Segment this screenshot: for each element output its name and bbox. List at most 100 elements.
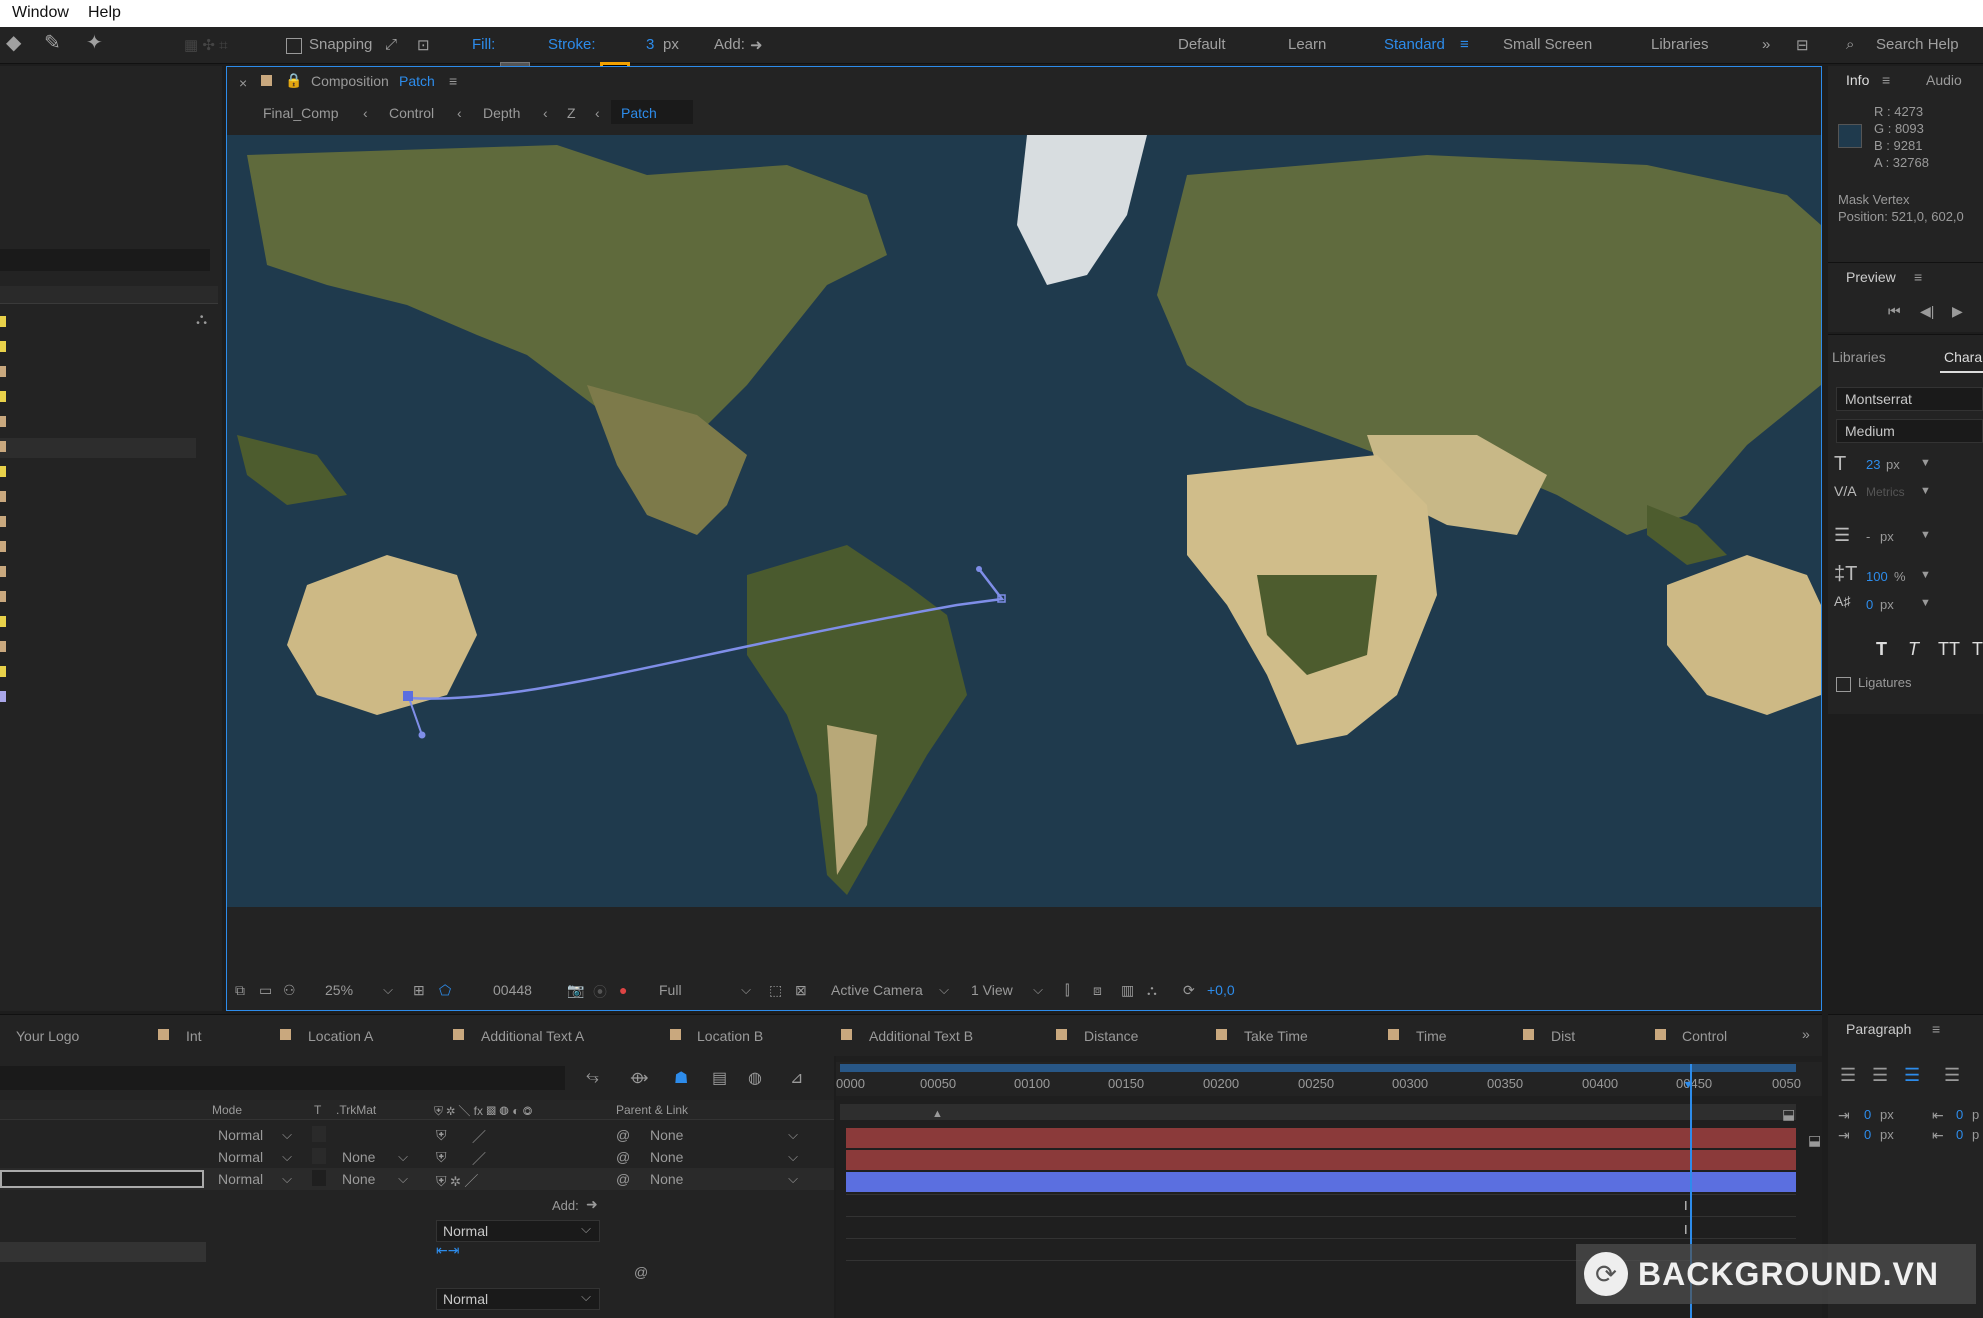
- layer-mode-dropdown[interactable]: Normal: [218, 1127, 300, 1143]
- tab-distance[interactable]: Distance: [1084, 1028, 1138, 1044]
- kerning-value[interactable]: Metrics: [1866, 485, 1905, 499]
- comp-tab-name[interactable]: Patch: [399, 73, 435, 89]
- dropdown-arrow-icon[interactable]: ▼: [1920, 529, 1931, 541]
- more-tabs-icon[interactable]: »: [1802, 1026, 1810, 1042]
- quality-switch-icon[interactable]: ／: [472, 1149, 486, 1169]
- draft-3d-icon[interactable]: ⟴: [630, 1068, 649, 1088]
- layer-search-field[interactable]: [0, 1066, 565, 1090]
- tab-time[interactable]: Time: [1416, 1028, 1447, 1044]
- space-after-value[interactable]: 0: [1956, 1127, 1963, 1142]
- color-channels-icon[interactable]: ●: [619, 982, 627, 998]
- layer-name-field[interactable]: [0, 1170, 204, 1188]
- stroke-compose-icon[interactable]: ⇤⇥: [436, 1242, 459, 1259]
- navigator-bar[interactable]: [840, 1104, 1796, 1120]
- toggle-pixel-aspect-icon[interactable]: ⫿: [1065, 982, 1069, 999]
- add-property-icon[interactable]: ➜: [586, 1196, 598, 1213]
- tab-character[interactable]: Chara: [1944, 349, 1982, 365]
- shy-layers-icon[interactable]: ☗: [674, 1068, 688, 1088]
- project-search-field[interactable]: [0, 249, 210, 271]
- flowchart-icon[interactable]: ⛬: [1147, 982, 1157, 999]
- layer-duration-bar[interactable]: [846, 1150, 1796, 1170]
- layer-mode-dropdown[interactable]: Normal: [218, 1171, 300, 1187]
- layer-duration-bar[interactable]: [846, 1128, 1796, 1148]
- font-size-value[interactable]: 23: [1866, 457, 1880, 472]
- trkmat-dropdown[interactable]: None: [342, 1149, 416, 1165]
- always-preview-icon[interactable]: ⧉: [235, 982, 245, 999]
- pick-whip-icon[interactable]: @: [634, 1264, 648, 1280]
- vertical-scale-value[interactable]: 100: [1866, 569, 1888, 584]
- workspace-standard[interactable]: Standard: [1384, 36, 1445, 53]
- tab-libraries[interactable]: Libraries: [1832, 349, 1886, 365]
- property-value-bar[interactable]: [0, 1242, 206, 1262]
- table-row[interactable]: Normal None ⛨ ／ @ None: [0, 1146, 834, 1168]
- dropdown-arrow-icon[interactable]: ▼: [1920, 457, 1931, 469]
- transparency-grid-icon[interactable]: ⊠: [795, 982, 807, 999]
- breadcrumb-z[interactable]: Z: [567, 105, 576, 121]
- layer-mode-dropdown[interactable]: Normal: [218, 1149, 300, 1165]
- time-ruler[interactable]: 0000 00050 00100 00150 00200 00250 00300…: [836, 1062, 1822, 1096]
- frame-blending-icon[interactable]: ▤: [712, 1068, 727, 1088]
- blend-mode-dropdown[interactable]: Normal: [436, 1220, 600, 1242]
- stroke-width-value[interactable]: 3: [646, 36, 654, 53]
- snap-options-icon[interactable]: ⤢: [385, 36, 397, 53]
- safe-margins-icon[interactable]: ⊞: [413, 982, 425, 999]
- tab-dist[interactable]: Dist: [1551, 1028, 1575, 1044]
- playhead-handle-icon[interactable]: ⯆: [1683, 1078, 1693, 1094]
- breadcrumb-patch[interactable]: Patch: [621, 105, 657, 121]
- add-property-icon[interactable]: ➜: [750, 36, 763, 54]
- timecode-display[interactable]: 00448: [493, 982, 532, 998]
- align-right-icon[interactable]: ☰: [1904, 1065, 1920, 1086]
- comp-mini-flowchart-icon[interactable]: ⥃: [586, 1068, 599, 1086]
- comp-menu-icon[interactable]: ≡: [449, 73, 457, 89]
- sync-settings-icon[interactable]: ⊟: [1796, 36, 1809, 54]
- monitor-icon[interactable]: ▭: [259, 982, 272, 999]
- breadcrumb-depth[interactable]: Depth: [483, 105, 520, 121]
- layer-duration-bar[interactable]: [846, 1172, 1796, 1192]
- dropdown-arrow-icon[interactable]: ▼: [1920, 485, 1931, 497]
- pick-whip-icon[interactable]: @: [616, 1171, 630, 1187]
- keyframe-icon[interactable]: I: [1684, 1198, 1688, 1213]
- ligatures-checkbox[interactable]: [1836, 677, 1851, 692]
- parent-dropdown[interactable]: None: [650, 1127, 806, 1143]
- mask-visibility-icon[interactable]: ⬠: [439, 982, 451, 999]
- close-tab-icon[interactable]: ×: [239, 75, 247, 91]
- indent-right-value[interactable]: 0: [1956, 1107, 1963, 1122]
- eraser-tool-icon[interactable]: ◆: [6, 30, 21, 55]
- pick-whip-icon[interactable]: @: [616, 1127, 630, 1143]
- faux-bold-button[interactable]: T: [1876, 639, 1887, 660]
- workspace-libraries[interactable]: Libraries: [1651, 36, 1709, 53]
- all-caps-button[interactable]: TT: [1938, 639, 1960, 660]
- puppet-pin-tool-icon[interactable]: ✦: [86, 30, 103, 55]
- vr-preview-icon[interactable]: ⚇: [283, 982, 296, 999]
- dropdown-arrow-icon[interactable]: ▼: [1920, 597, 1931, 609]
- tab-control[interactable]: Control: [1682, 1028, 1727, 1044]
- shy-switch-icon[interactable]: ⛨: [436, 1127, 447, 1144]
- first-frame-icon[interactable]: ⏮: [1888, 303, 1901, 320]
- flowchart-icon[interactable]: ⛬: [196, 311, 207, 329]
- previous-frame-icon[interactable]: ◀|: [1920, 303, 1934, 320]
- table-row[interactable]: Normal None ⛨ ✲ ／ @ None: [0, 1168, 834, 1190]
- fast-previews-icon[interactable]: ⧈: [1093, 982, 1102, 999]
- exposure-value[interactable]: +0,0: [1207, 982, 1235, 998]
- pick-whip-icon[interactable]: @: [616, 1149, 630, 1165]
- small-caps-button[interactable]: T: [1972, 639, 1983, 660]
- breadcrumb-control[interactable]: Control: [389, 105, 434, 121]
- marker-icon[interactable]: ▲: [932, 1108, 943, 1120]
- comp-window-icon[interactable]: ⬓: [1808, 1132, 1821, 1149]
- graph-editor-icon[interactable]: ⊿: [790, 1068, 803, 1088]
- workspace-learn[interactable]: Learn: [1288, 36, 1326, 53]
- workspace-default[interactable]: Default: [1178, 36, 1226, 53]
- quality-switch-icon[interactable]: ／: [472, 1127, 486, 1147]
- world-map-viewer[interactable]: [227, 135, 1821, 907]
- view-layout-dropdown[interactable]: 1 View: [971, 982, 1051, 998]
- roto-brush-tool-icon[interactable]: ✎: [44, 30, 61, 55]
- menu-help[interactable]: Help: [88, 4, 121, 22]
- font-family-field[interactable]: Montserrat: [1836, 387, 1983, 411]
- space-before-value[interactable]: 0: [1864, 1127, 1871, 1142]
- more-workspaces-icon[interactable]: »: [1762, 36, 1770, 53]
- lock-icon[interactable]: 🔒: [285, 72, 302, 89]
- faux-italic-button[interactable]: T: [1908, 639, 1919, 660]
- paragraph-menu-icon[interactable]: ≡: [1932, 1021, 1940, 1037]
- mask-handle-point[interactable]: [976, 566, 982, 572]
- dropdown-arrow-icon[interactable]: ▼: [1920, 569, 1931, 581]
